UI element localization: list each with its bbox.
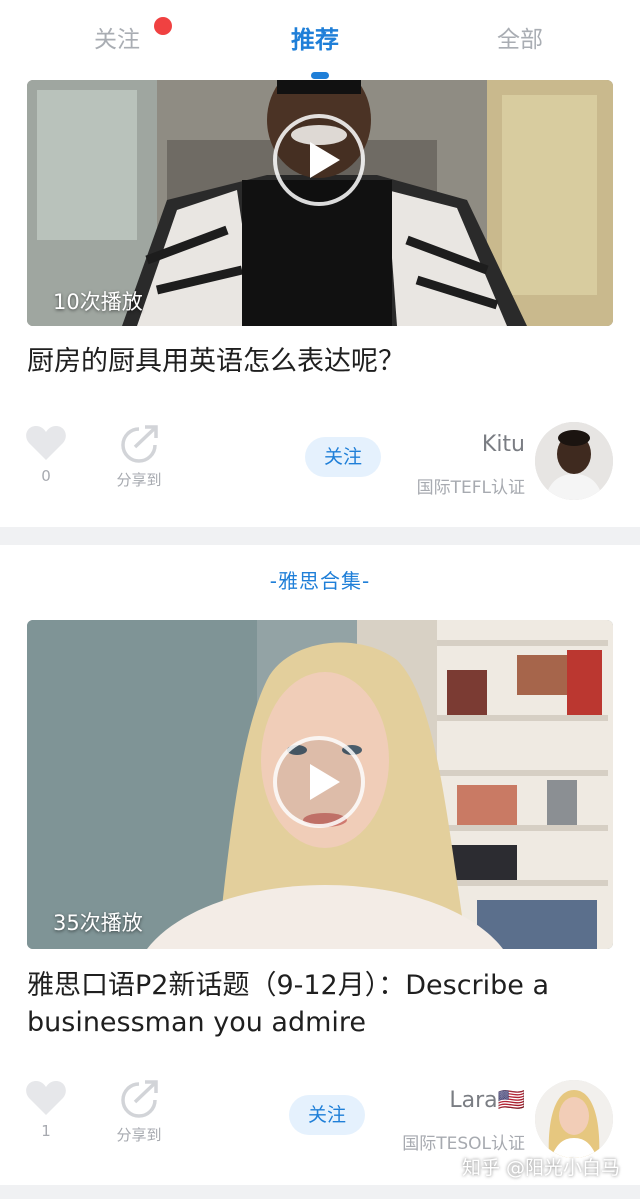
heart-icon bbox=[26, 426, 66, 460]
video-title[interactable]: 厨房的厨具用英语怎么表达呢？ bbox=[27, 343, 617, 380]
author-name[interactable]: Kitu bbox=[482, 432, 525, 457]
video-thumbnail[interactable]: 10次播放 bbox=[27, 80, 613, 326]
avatar[interactable] bbox=[535, 1080, 613, 1158]
video-thumbnail[interactable]: 35次播放 bbox=[27, 620, 613, 949]
like-button[interactable]: 1 bbox=[22, 1080, 70, 1140]
share-icon bbox=[121, 425, 158, 463]
active-tab-indicator bbox=[311, 72, 329, 79]
feed-card: 10次播放 厨房的厨具用英语怎么表达呢？ 0 分享到 关注 Kitu 国际TEF… bbox=[0, 80, 640, 527]
share-button[interactable]: 分享到 bbox=[108, 1080, 170, 1145]
share-label: 分享到 bbox=[116, 471, 162, 489]
notification-dot bbox=[154, 17, 172, 35]
watermark: 知乎 @阳光小白马 bbox=[461, 1157, 620, 1179]
collection-label[interactable]: -雅思合集- bbox=[0, 565, 640, 594]
like-count: 0 bbox=[41, 467, 51, 485]
author-certification: 国际TEFL认证 bbox=[416, 478, 525, 498]
play-icon bbox=[310, 142, 340, 178]
author-name[interactable]: Lara🇺🇸 bbox=[449, 1088, 525, 1113]
share-button[interactable]: 分享到 bbox=[108, 425, 170, 490]
video-title[interactable]: 雅思口语P2新话题（9-12月）：Describe a businessman … bbox=[27, 967, 617, 1041]
tab-all[interactable]: 全部 bbox=[497, 20, 543, 54]
share-icon bbox=[121, 1080, 158, 1118]
avatar-image bbox=[535, 1080, 613, 1158]
play-button[interactable] bbox=[273, 736, 365, 828]
heart-icon bbox=[26, 1081, 66, 1115]
avatar-image bbox=[535, 422, 613, 500]
like-count: 1 bbox=[41, 1122, 51, 1140]
author-certification: 国际TESOL认证 bbox=[402, 1134, 525, 1154]
follow-button[interactable]: 关注 bbox=[305, 437, 381, 477]
like-button[interactable]: 0 bbox=[22, 425, 70, 485]
top-tab-bar: 关注 推荐 全部 bbox=[0, 0, 640, 80]
share-label: 分享到 bbox=[116, 1126, 162, 1144]
tab-recommend[interactable]: 推荐 bbox=[291, 20, 339, 55]
feed-card: -雅思合集- 35次播放 雅思口语P2新话题（9-12月）：Describe a… bbox=[0, 545, 640, 1185]
follow-button[interactable]: 关注 bbox=[289, 1095, 365, 1135]
play-count: 35次播放 bbox=[53, 911, 143, 935]
play-button[interactable] bbox=[273, 114, 365, 206]
avatar[interactable] bbox=[535, 422, 613, 500]
play-icon bbox=[310, 764, 340, 800]
tab-follow[interactable]: 关注 bbox=[94, 20, 140, 54]
play-count: 10次播放 bbox=[53, 290, 143, 314]
